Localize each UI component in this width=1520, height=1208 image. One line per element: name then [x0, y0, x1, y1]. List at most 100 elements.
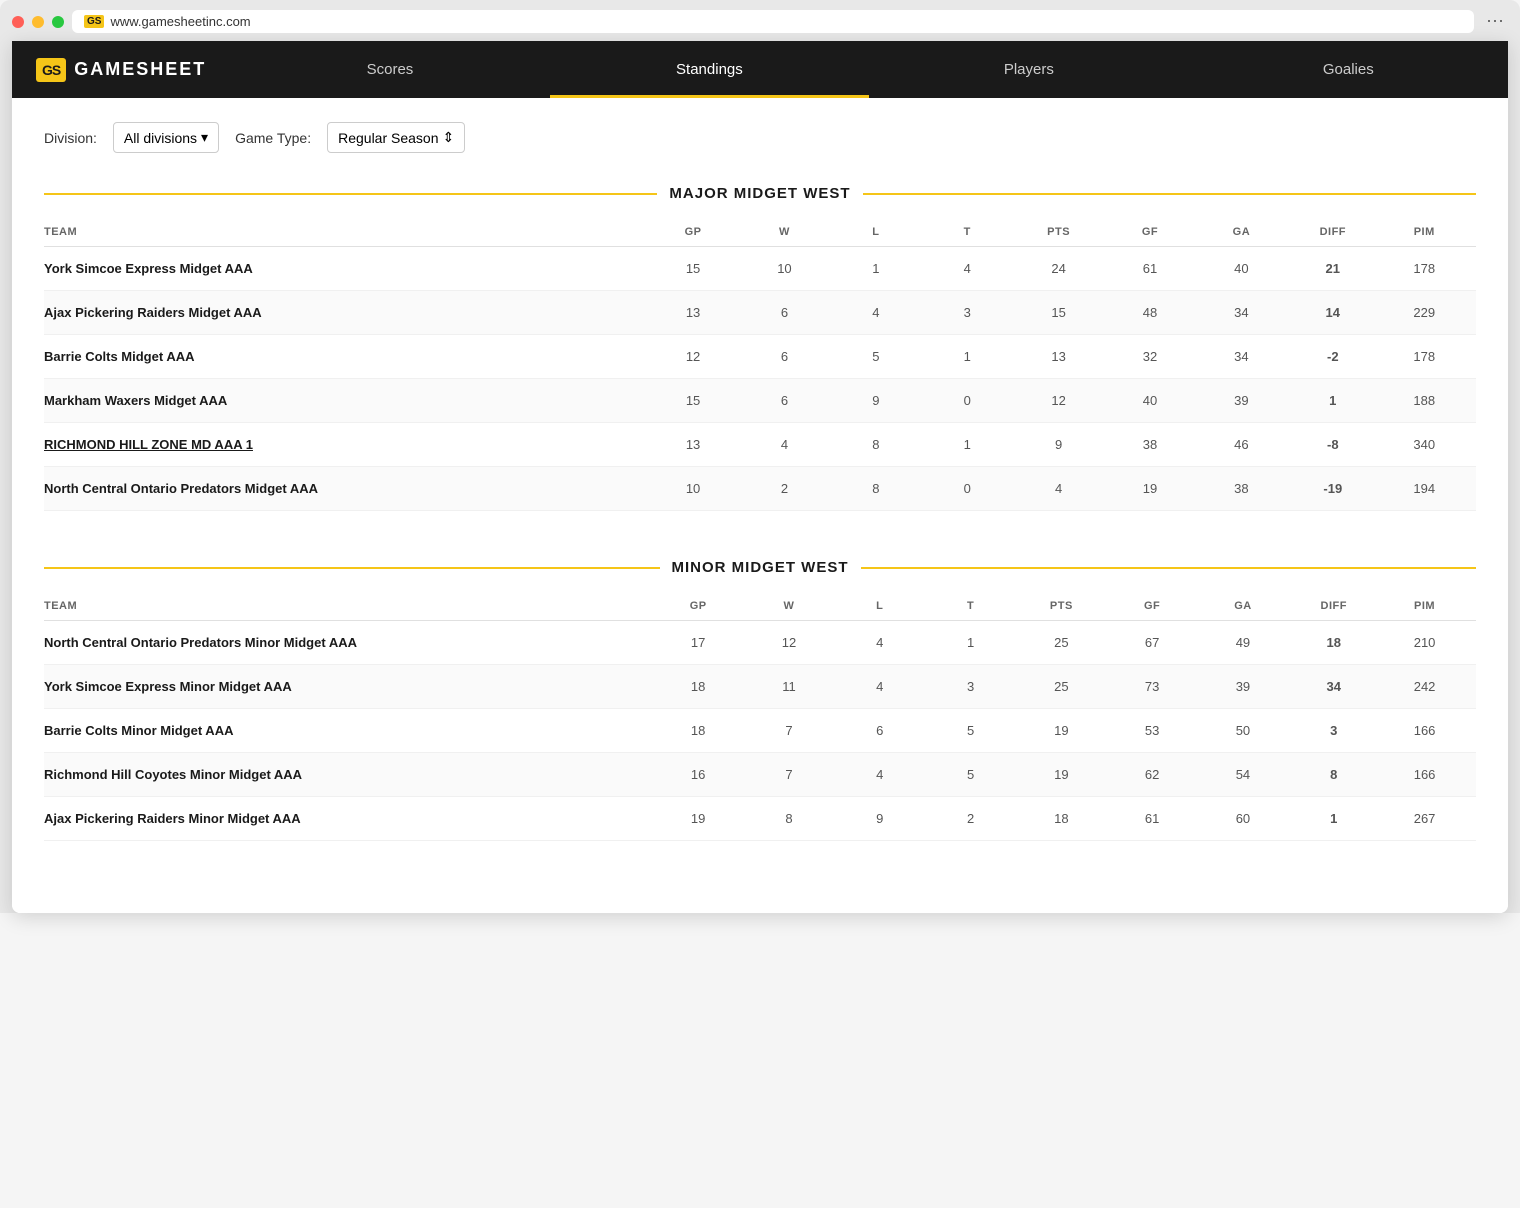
cell-pts-0-5: 4 — [1019, 467, 1110, 511]
section-line-right-0 — [863, 193, 1476, 195]
nav-goalies[interactable]: Goalies — [1189, 41, 1508, 98]
team-name-0-2: Barrie Colts Midget AAA — [44, 335, 653, 379]
cell-gp-0-5: 10 — [653, 467, 744, 511]
division-select[interactable]: All divisions ▾ — [113, 122, 219, 153]
cell-pim-1-4: 267 — [1385, 797, 1476, 841]
col-header-t-1: T — [931, 592, 1022, 621]
section-heading-1: MINOR MIDGET WEST — [44, 559, 1476, 576]
team-name-1-2: Barrie Colts Minor Midget AAA — [44, 709, 659, 753]
cell-t-1-2: 5 — [931, 709, 1022, 753]
nav-players[interactable]: Players — [869, 41, 1188, 98]
cell-gf-0-5: 19 — [1110, 467, 1201, 511]
col-header-pim-0: PIM — [1384, 218, 1476, 247]
nav-scores[interactable]: Scores — [230, 41, 549, 98]
col-header-gp-1: GP — [659, 592, 750, 621]
nav-standings[interactable]: Standings — [550, 41, 869, 98]
col-header-l-1: L — [840, 592, 931, 621]
table-row: Richmond Hill Coyotes Minor Midget AAA16… — [44, 753, 1476, 797]
col-header-gf-1: GF — [1113, 592, 1204, 621]
cell-diff-0-4: -8 — [1293, 423, 1384, 467]
team-name-0-4[interactable]: RICHMOND HILL ZONE MD AAA 1 — [44, 423, 653, 467]
filters-bar: Division: All divisions ▾ Game Type: Reg… — [44, 122, 1476, 153]
cell-gp-0-2: 12 — [653, 335, 744, 379]
cell-w-0-0: 10 — [745, 247, 836, 291]
site-favicon: GS — [84, 15, 104, 28]
cell-ga-0-2: 34 — [1202, 335, 1293, 379]
team-name-0-0: York Simcoe Express Midget AAA — [44, 247, 653, 291]
col-header-pts-1: PTS — [1022, 592, 1113, 621]
cell-w-0-4: 4 — [745, 423, 836, 467]
nav-bar: GS GAMESHEET Scores Standings Players Go… — [12, 41, 1508, 98]
cell-gp-1-3: 16 — [659, 753, 750, 797]
nav-logo[interactable]: GS GAMESHEET — [12, 42, 230, 98]
col-header-gp-0: GP — [653, 218, 744, 247]
cell-pts-0-2: 13 — [1019, 335, 1110, 379]
cell-t-0-5: 0 — [928, 467, 1019, 511]
cell-t-1-3: 5 — [931, 753, 1022, 797]
cell-pts-1-2: 19 — [1022, 709, 1113, 753]
col-header-team-0: TEAM — [44, 218, 653, 247]
browser-menu-button[interactable]: ⋯ — [1482, 11, 1508, 32]
section-title-1: MINOR MIDGET WEST — [672, 559, 849, 576]
game-type-select[interactable]: Regular Season ⇕ — [327, 122, 465, 153]
browser-maximize-dot[interactable] — [52, 16, 64, 28]
col-header-t-0: T — [928, 218, 1019, 247]
section-line-right-1 — [861, 567, 1477, 569]
cell-w-0-1: 6 — [745, 291, 836, 335]
cell-diff-1-4: 1 — [1294, 797, 1385, 841]
cell-t-0-3: 0 — [928, 379, 1019, 423]
address-bar[interactable]: GS www.gamesheetinc.com — [72, 10, 1474, 33]
team-link-0-4[interactable]: RICHMOND HILL ZONE MD AAA 1 — [44, 437, 253, 452]
cell-t-0-1: 3 — [928, 291, 1019, 335]
cell-t-1-0: 1 — [931, 621, 1022, 665]
cell-l-0-1: 4 — [836, 291, 927, 335]
cell-w-1-4: 8 — [750, 797, 841, 841]
cell-ga-0-5: 38 — [1202, 467, 1293, 511]
cell-pim-1-0: 210 — [1385, 621, 1476, 665]
cell-diff-1-1: 34 — [1294, 665, 1385, 709]
browser-close-dot[interactable] — [12, 16, 24, 28]
division-value: All divisions — [124, 130, 197, 146]
table-row: Barrie Colts Minor Midget AAA18765195350… — [44, 709, 1476, 753]
cell-gp-1-0: 17 — [659, 621, 750, 665]
cell-w-1-2: 7 — [750, 709, 841, 753]
cell-l-1-0: 4 — [840, 621, 931, 665]
cell-pts-0-0: 24 — [1019, 247, 1110, 291]
col-header-pim-1: PIM — [1385, 592, 1476, 621]
cell-l-1-2: 6 — [840, 709, 931, 753]
col-header-diff-1: DIFF — [1294, 592, 1385, 621]
cell-pim-0-2: 178 — [1384, 335, 1476, 379]
cell-ga-1-2: 50 — [1204, 709, 1295, 753]
logo-icon: GS — [36, 58, 66, 82]
cell-t-0-2: 1 — [928, 335, 1019, 379]
team-name-1-3: Richmond Hill Coyotes Minor Midget AAA — [44, 753, 659, 797]
cell-diff-1-3: 8 — [1294, 753, 1385, 797]
cell-gf-0-4: 38 — [1110, 423, 1201, 467]
nav-items: Scores Standings Players Goalies — [230, 41, 1508, 98]
cell-gf-0-1: 48 — [1110, 291, 1201, 335]
cell-pim-0-1: 229 — [1384, 291, 1476, 335]
cell-pim-0-3: 188 — [1384, 379, 1476, 423]
browser-chrome: GS www.gamesheetinc.com ⋯ GS GAMESHEET S… — [0, 0, 1520, 913]
table-row: RICHMOND HILL ZONE MD AAA 11348193846-83… — [44, 423, 1476, 467]
section-line-left-0 — [44, 193, 657, 195]
cell-diff-1-2: 3 — [1294, 709, 1385, 753]
cell-gp-0-0: 15 — [653, 247, 744, 291]
cell-l-0-4: 8 — [836, 423, 927, 467]
team-name-1-0: North Central Ontario Predators Minor Mi… — [44, 621, 659, 665]
cell-gp-0-1: 13 — [653, 291, 744, 335]
browser-url: www.gamesheetinc.com — [110, 14, 250, 29]
cell-gf-1-4: 61 — [1113, 797, 1204, 841]
cell-pts-0-1: 15 — [1019, 291, 1110, 335]
cell-gf-1-2: 53 — [1113, 709, 1204, 753]
cell-pim-0-0: 178 — [1384, 247, 1476, 291]
cell-t-0-0: 4 — [928, 247, 1019, 291]
cell-w-1-3: 7 — [750, 753, 841, 797]
table-row: Markham Waxers Midget AAA156901240391188 — [44, 379, 1476, 423]
cell-gf-0-0: 61 — [1110, 247, 1201, 291]
section-title-0: MAJOR MIDGET WEST — [669, 185, 850, 202]
col-header-diff-0: DIFF — [1293, 218, 1384, 247]
browser-minimize-dot[interactable] — [32, 16, 44, 28]
cell-l-0-5: 8 — [836, 467, 927, 511]
table-row: York Simcoe Express Minor Midget AAA1811… — [44, 665, 1476, 709]
